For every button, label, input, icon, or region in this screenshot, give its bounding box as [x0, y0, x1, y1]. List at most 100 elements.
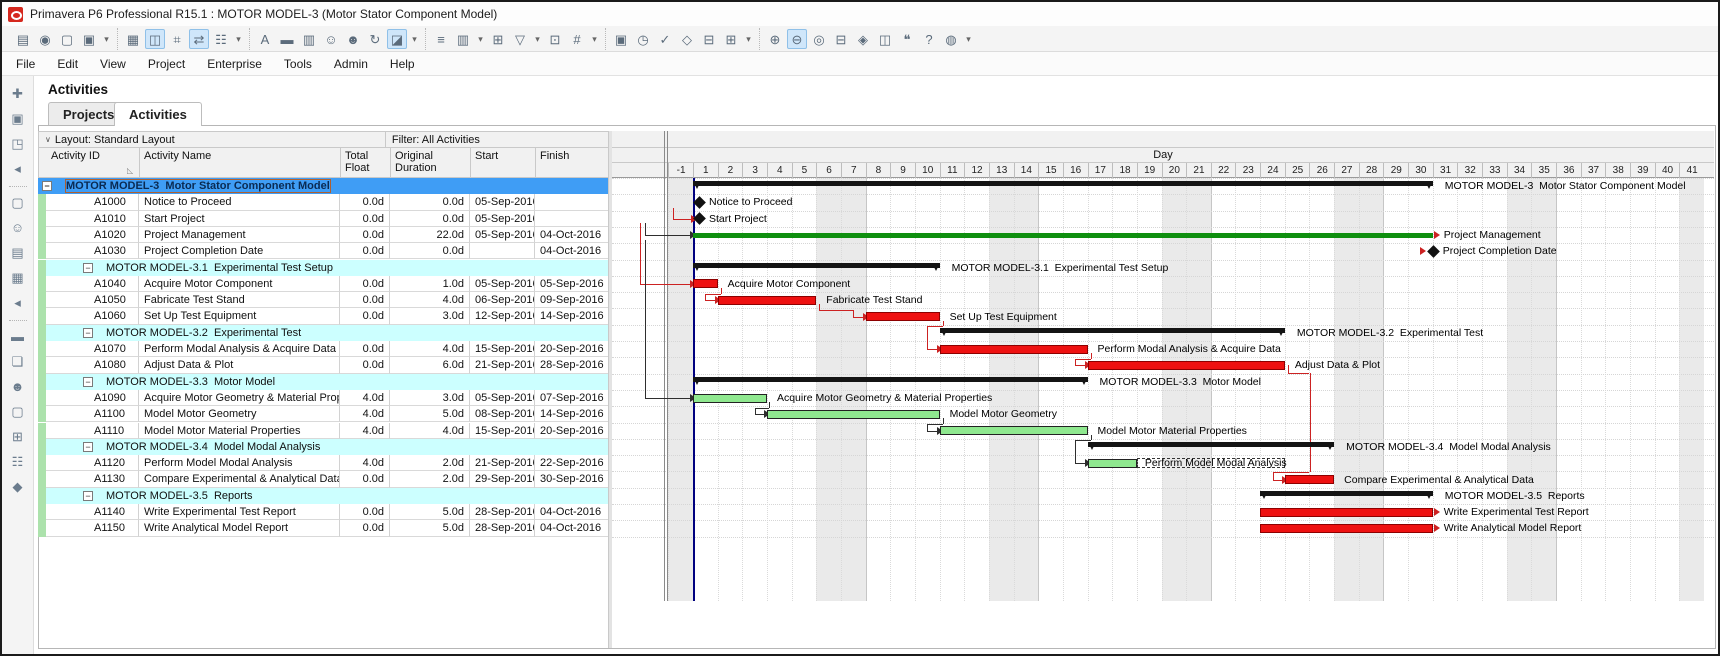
collapse-button[interactable]: − [83, 377, 93, 387]
table-row[interactable]: A1040Acquire Motor Component0.0d1.0d05-S… [38, 276, 608, 292]
day-tick-24[interactable]: 24 [1260, 163, 1285, 178]
day-tick-38[interactable]: 38 [1605, 163, 1630, 178]
level-resources-icon[interactable]: ⊞ [721, 29, 741, 49]
day-tick-25[interactable]: 25 [1285, 163, 1310, 178]
columns-icon[interactable]: ▥ [453, 29, 473, 49]
link-icon[interactable]: ↻ [365, 29, 385, 49]
bars-icon[interactable]: ≡ [431, 29, 451, 49]
box-select-icon[interactable]: ◪ [387, 29, 407, 49]
menu-tools[interactable]: Tools [284, 57, 312, 71]
trace-logic-icon[interactable]: ⌗ [167, 29, 187, 49]
gantt-bar-summary[interactable] [940, 328, 1285, 333]
day-tick-14[interactable]: 14 [1014, 163, 1039, 178]
table-row[interactable]: A1080Adjust Data & Plot0.0d6.0d21-Sep-20… [38, 357, 608, 373]
document-icon[interactable]: ▢ [8, 403, 28, 422]
table-row[interactable]: −MOTOR MODEL-3.4 Model Modal Analysis [38, 439, 608, 455]
day-tick-41[interactable]: 41 [1679, 163, 1704, 178]
help-icon[interactable]: ? [919, 29, 939, 49]
table-row[interactable]: A1150Write Analytical Model Report0.0d5.… [38, 520, 608, 536]
table-row[interactable]: A1010Start Project0.0d0.0d05-Sep-2016 [38, 211, 608, 227]
notebook-icon[interactable]: ▤ [8, 244, 28, 263]
collapse-left-2-icon[interactable]: ◂ [8, 294, 28, 313]
org-chart-icon[interactable]: ☷ [8, 453, 28, 472]
zoom-fit-icon[interactable]: ◎ [809, 29, 829, 49]
collapse-button[interactable]: − [83, 263, 93, 273]
column-header-total-float[interactable]: Total Float [341, 148, 391, 178]
day-tick-28[interactable]: 28 [1359, 163, 1384, 178]
folder-icon[interactable]: ▢ [8, 194, 28, 213]
table-row[interactable]: −MOTOR MODEL-3 Motor Stator Component Mo… [38, 178, 608, 194]
day-tick-40[interactable]: 40 [1655, 163, 1680, 178]
new-project-icon[interactable]: ✚ [8, 85, 28, 104]
table-row[interactable]: A1090Acquire Motor Geometry & Material P… [38, 390, 608, 406]
day-tick-26[interactable]: 26 [1309, 163, 1334, 178]
user-icon[interactable]: ☻ [8, 378, 28, 397]
gantt-bar-critical[interactable] [693, 279, 718, 288]
tab-activities[interactable]: Activities [114, 102, 202, 126]
print-icon[interactable]: ▤ [13, 29, 33, 49]
gantt-bar-levelofeffort[interactable] [693, 233, 1433, 238]
collapse-button[interactable]: − [83, 442, 93, 452]
more-views-icon[interactable]: ▾ [233, 29, 244, 49]
table-row[interactable]: A1030Project Completion Date0.0d0.0d04-O… [38, 243, 608, 259]
menu-edit[interactable]: Edit [57, 57, 78, 71]
day-tick-13[interactable]: 13 [989, 163, 1014, 178]
more-format-icon[interactable]: ▾ [589, 29, 600, 49]
day-tick-8[interactable]: 8 [866, 163, 891, 178]
day-tick-32[interactable]: 32 [1457, 163, 1482, 178]
align-icon[interactable]: ◈ [853, 29, 873, 49]
print-settings-icon[interactable]: ▣ [79, 29, 99, 49]
day-tick-23[interactable]: 23 [1235, 163, 1260, 178]
more-zoom-icon[interactable]: ▾ [963, 29, 974, 49]
more-tools-icon[interactable]: ▾ [743, 29, 754, 49]
day-tick-20[interactable]: 20 [1162, 163, 1187, 178]
timescale-unit-label[interactable]: Day [612, 148, 1714, 163]
table-font-icon[interactable]: ⊞ [488, 29, 508, 49]
details-icon[interactable]: ▣ [611, 29, 631, 49]
zoom-out-icon[interactable]: ⊖ [787, 29, 807, 49]
zoom-in-icon[interactable]: ⊕ [765, 29, 785, 49]
day-tick-3[interactable]: 3 [742, 163, 767, 178]
table-row[interactable]: A1110Model Motor Material Properties4.0d… [38, 423, 608, 439]
gantt-bar-normal[interactable] [767, 410, 940, 419]
day-tick-11[interactable]: 11 [940, 163, 965, 178]
gantt-bar-summary[interactable] [693, 181, 1433, 186]
gantt-bar-critical[interactable] [1088, 361, 1285, 370]
wbs-view-icon[interactable]: ☷ [211, 29, 231, 49]
day-tick-9[interactable]: 9 [890, 163, 915, 178]
day-tick-16[interactable]: 16 [1063, 163, 1088, 178]
table-row[interactable]: A1000Notice to Proceed0.0d0.0d05-Sep-201… [38, 194, 608, 210]
table-row[interactable]: −MOTOR MODEL-3.5 Reports [38, 488, 608, 504]
day-tick-17[interactable]: 17 [1088, 163, 1113, 178]
day-tick-33[interactable]: 33 [1482, 163, 1507, 178]
day-tick--1[interactable]: -1 [668, 163, 693, 178]
day-tick-15[interactable]: 15 [1038, 163, 1063, 178]
notes-icon[interactable]: ❝ [897, 29, 917, 49]
gantt-bar-critical[interactable] [718, 296, 817, 305]
gantt-bar-summary[interactable] [1088, 442, 1335, 447]
calculator-icon[interactable]: ⊞ [8, 428, 28, 447]
milestone-diamond[interactable] [693, 196, 706, 209]
menu-project[interactable]: Project [148, 57, 185, 71]
day-tick-12[interactable]: 12 [964, 163, 989, 178]
day-tick-2[interactable]: 2 [718, 163, 743, 178]
day-tick-27[interactable]: 27 [1334, 163, 1359, 178]
menu-file[interactable]: File [16, 57, 35, 71]
green-bar-icon[interactable]: ▬ [8, 328, 28, 347]
day-tick-36[interactable]: 36 [1556, 163, 1581, 178]
columns-caret-icon[interactable]: ▾ [475, 29, 486, 49]
timescale-day-row[interactable]: -112345678910111213141516171819202122232… [612, 163, 1714, 178]
menu-enterprise[interactable]: Enterprise [207, 57, 262, 71]
filters-icon[interactable]: ▽ [510, 29, 530, 49]
gantt-bar-normal[interactable] [693, 394, 767, 403]
day-tick-10[interactable]: 10 [915, 163, 940, 178]
gantt-bar-normal[interactable] [1088, 459, 1137, 468]
collapse-left-icon[interactable]: ◂ [8, 160, 28, 179]
table-row[interactable]: A1050Fabricate Test Stand0.0d4.0d06-Sep-… [38, 292, 608, 308]
milestone-diamond[interactable] [1427, 245, 1440, 258]
menu-view[interactable]: View [100, 57, 126, 71]
column-header-original-duration[interactable]: Original Duration [391, 148, 471, 178]
open-project-icon[interactable]: ▣ [8, 110, 28, 129]
import-icon[interactable]: ◳ [8, 135, 28, 154]
gantt-bar-critical[interactable] [940, 345, 1088, 354]
